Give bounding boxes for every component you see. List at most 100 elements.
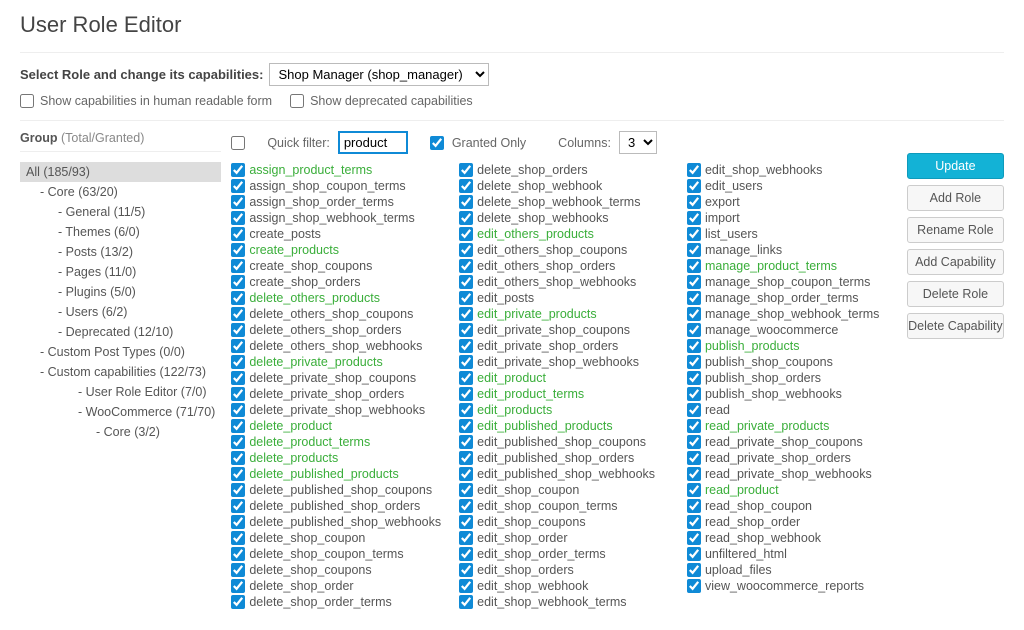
capability-checkbox[interactable] [687,403,701,417]
capability-row[interactable]: delete_private_products [231,354,441,370]
capability-row[interactable]: publish_shop_coupons [687,354,897,370]
capability-row[interactable]: publish_products [687,338,897,354]
human-readable-option[interactable]: Show capabilities in human readable form [20,94,272,108]
capability-checkbox[interactable] [459,483,473,497]
capability-row[interactable]: list_users [687,226,897,242]
tree-item[interactable]: - Deprecated (12/10) [20,322,221,342]
tree-item[interactable]: - Posts (13/2) [20,242,221,262]
capability-row[interactable]: export [687,194,897,210]
tree-item[interactable]: - Plugins (5/0) [20,282,221,302]
capability-checkbox[interactable] [231,307,245,321]
capability-checkbox[interactable] [231,323,245,337]
capability-row[interactable]: delete_shop_webhook [459,178,669,194]
capability-row[interactable]: delete_product [231,418,441,434]
capability-checkbox[interactable] [231,547,245,561]
capability-row[interactable]: assign_product_terms [231,162,441,178]
capability-checkbox[interactable] [459,195,473,209]
capability-checkbox[interactable] [231,515,245,529]
capability-row[interactable]: view_woocommerce_reports [687,578,897,594]
capability-row[interactable]: assign_shop_webhook_terms [231,210,441,226]
capability-checkbox[interactable] [459,403,473,417]
capability-row[interactable]: read_shop_webhook [687,530,897,546]
tree-item[interactable]: - Custom Post Types (0/0) [20,342,221,362]
capability-row[interactable]: assign_shop_order_terms [231,194,441,210]
capability-row[interactable]: edit_published_shop_coupons [459,434,669,450]
capability-row[interactable]: delete_published_products [231,466,441,482]
capability-checkbox[interactable] [687,467,701,481]
tree-item[interactable]: - Core (3/2) [20,422,221,442]
capability-checkbox[interactable] [687,579,701,593]
capability-row[interactable]: edit_private_products [459,306,669,322]
tree-item[interactable]: - Core (63/20) [20,182,221,202]
capability-row[interactable]: unfiltered_html [687,546,897,562]
capability-row[interactable]: assign_shop_coupon_terms [231,178,441,194]
tree-item[interactable]: - WooCommerce (71/70) [20,402,221,422]
capability-checkbox[interactable] [459,387,473,401]
capability-row[interactable]: delete_products [231,450,441,466]
capability-row[interactable]: edit_products [459,402,669,418]
deprecated-checkbox[interactable] [290,94,304,108]
capability-checkbox[interactable] [687,291,701,305]
capability-row[interactable]: edit_others_shop_coupons [459,242,669,258]
capability-checkbox[interactable] [231,499,245,513]
capability-checkbox[interactable] [459,179,473,193]
capability-row[interactable]: delete_private_shop_webhooks [231,402,441,418]
tree-item[interactable]: All (185/93) [20,162,221,182]
capability-checkbox[interactable] [687,531,701,545]
capability-checkbox[interactable] [459,227,473,241]
tree-item[interactable]: - Pages (11/0) [20,262,221,282]
capability-checkbox[interactable] [231,291,245,305]
capability-checkbox[interactable] [459,531,473,545]
capability-row[interactable]: edit_shop_coupons [459,514,669,530]
capability-row[interactable]: read_product [687,482,897,498]
capability-checkbox[interactable] [687,499,701,513]
capability-checkbox[interactable] [231,227,245,241]
capability-checkbox[interactable] [459,323,473,337]
capability-checkbox[interactable] [459,595,473,609]
capability-row[interactable]: delete_published_shop_webhooks [231,514,441,530]
capability-row[interactable]: upload_files [687,562,897,578]
rename-role-button[interactable]: Rename Role [907,217,1004,243]
capability-row[interactable]: import [687,210,897,226]
capability-checkbox[interactable] [459,563,473,577]
capability-row[interactable]: edit_published_shop_orders [459,450,669,466]
capability-checkbox[interactable] [231,435,245,449]
columns-select[interactable]: 3 [619,131,657,154]
capability-checkbox[interactable] [687,451,701,465]
capability-checkbox[interactable] [231,339,245,353]
capability-row[interactable]: edit_private_shop_coupons [459,322,669,338]
capability-row[interactable]: edit_shop_webhook_terms [459,594,669,610]
capability-row[interactable]: edit_shop_coupon_terms [459,498,669,514]
capability-checkbox[interactable] [687,371,701,385]
capability-checkbox[interactable] [459,579,473,593]
capability-row[interactable]: manage_shop_webhook_terms [687,306,897,322]
capability-checkbox[interactable] [459,515,473,529]
tree-item[interactable]: - Custom capabilities (122/73) [20,362,221,382]
capability-row[interactable]: read_shop_coupon [687,498,897,514]
capability-row[interactable]: publish_shop_orders [687,370,897,386]
capability-row[interactable]: delete_others_shop_webhooks [231,338,441,354]
capability-checkbox[interactable] [231,531,245,545]
capability-row[interactable]: edit_posts [459,290,669,306]
capability-checkbox[interactable] [459,339,473,353]
capability-row[interactable]: delete_shop_webhook_terms [459,194,669,210]
capability-row[interactable]: read [687,402,897,418]
capability-row[interactable]: edit_shop_orders [459,562,669,578]
add-role-button[interactable]: Add Role [907,185,1004,211]
capability-checkbox[interactable] [459,371,473,385]
capability-row[interactable]: edit_others_shop_webhooks [459,274,669,290]
capability-row[interactable]: publish_shop_webhooks [687,386,897,402]
capability-checkbox[interactable] [459,243,473,257]
tree-item[interactable]: - User Role Editor (7/0) [20,382,221,402]
capability-row[interactable]: edit_shop_coupon [459,482,669,498]
capability-checkbox[interactable] [687,419,701,433]
capability-checkbox[interactable] [231,419,245,433]
capability-row[interactable]: edit_shop_webhooks [687,162,897,178]
capability-checkbox[interactable] [459,163,473,177]
capability-checkbox[interactable] [687,163,701,177]
capability-checkbox[interactable] [459,307,473,321]
capability-row[interactable]: delete_product_terms [231,434,441,450]
tree-item[interactable]: - General (11/5) [20,202,221,222]
capability-row[interactable]: create_shop_coupons [231,258,441,274]
capability-row[interactable]: delete_shop_order [231,578,441,594]
